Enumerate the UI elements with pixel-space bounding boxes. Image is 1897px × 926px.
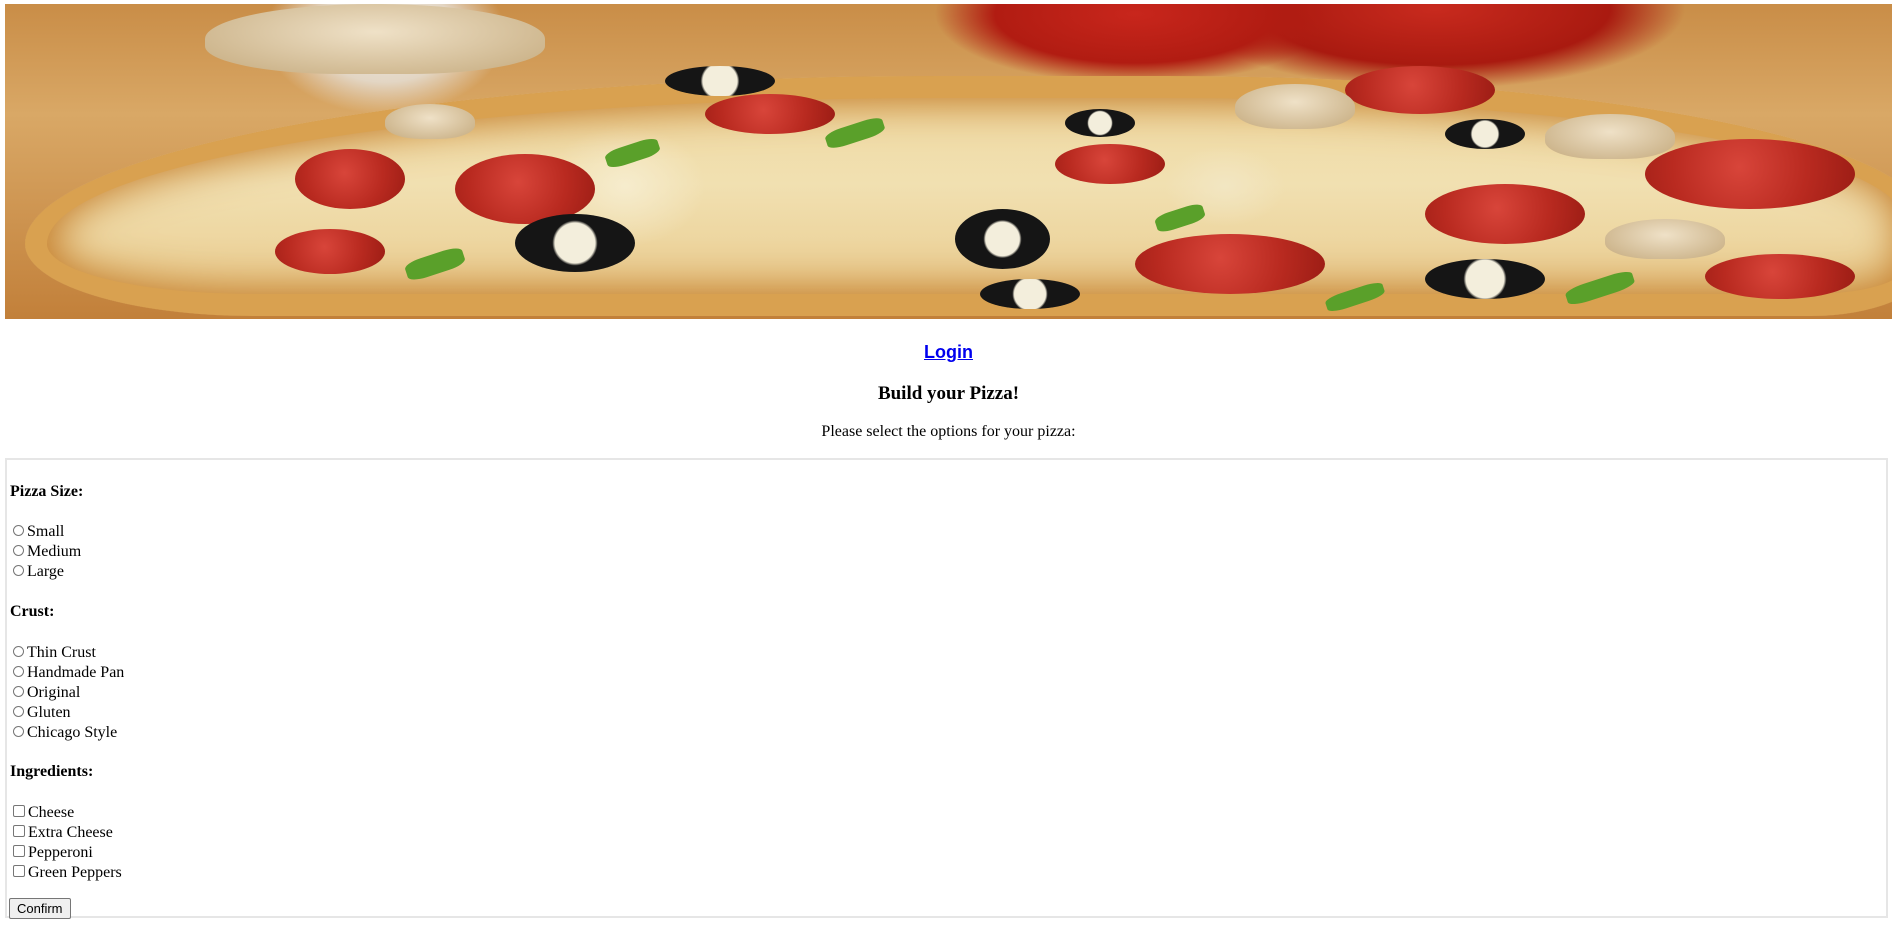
pepperoni-topping: [275, 229, 385, 274]
mushroom-topping: [1545, 114, 1675, 159]
size-option-large[interactable]: Large: [13, 562, 64, 582]
crust-heading: Crust:: [10, 603, 55, 620]
ingredient-option-cheese[interactable]: Cheese: [13, 803, 74, 823]
page-title: Build your Pizza!: [877, 383, 1020, 404]
crust-option-thin-crust[interactable]: Thin Crust: [13, 643, 96, 663]
crust-option-chicago-style[interactable]: Chicago Style: [13, 723, 117, 743]
ingredient-option-label: Cheese: [28, 804, 75, 821]
olive-topping: [980, 279, 1080, 309]
pepperoni-topping: [1135, 234, 1325, 294]
login-link[interactable]: Login: [0, 340, 1897, 364]
crust-option-label: Thin Crust: [27, 644, 96, 661]
crust-option-handmade-pan[interactable]: Handmade Pan: [13, 663, 124, 683]
crust-option-label: Handmade Pan: [27, 664, 125, 681]
checkbox[interactable]: [13, 845, 25, 857]
pepperoni-topping: [1645, 139, 1855, 209]
pepperoni-topping: [295, 149, 405, 209]
radio-button[interactable]: [13, 705, 24, 717]
ingredient-option-label: Pepperoni: [28, 844, 93, 861]
pizza-order-form: Pizza Size: Small Medium Large Crust: Th…: [5, 458, 1888, 919]
radio-button[interactable]: [13, 725, 24, 737]
ingredients-heading: Ingredients:: [10, 763, 94, 780]
pizza-size-heading: Pizza Size:: [10, 483, 84, 500]
pepperoni-topping: [705, 94, 835, 134]
size-option-label: Medium: [27, 543, 82, 560]
intro-text: Please select the options for your pizza…: [821, 423, 1076, 440]
size-option-label: Large: [27, 563, 65, 580]
mushroom-topping: [385, 104, 475, 139]
confirm-button[interactable]: Confirm: [9, 898, 71, 919]
ingredient-option-pepperoni[interactable]: Pepperoni: [13, 843, 93, 863]
pepperoni-topping: [1425, 184, 1585, 244]
checkbox[interactable]: [13, 865, 25, 877]
mushroom-topping: [205, 4, 545, 74]
pepperoni-topping: [1705, 254, 1855, 299]
radio-button[interactable]: [13, 544, 24, 556]
crust-option-label: Chicago Style: [27, 724, 118, 741]
ingredient-option-label: Green Peppers: [28, 864, 122, 881]
olive-topping: [1065, 109, 1135, 137]
pepperoni-topping: [1055, 144, 1165, 184]
pizza-banner-image: [5, 4, 1892, 319]
olive-topping: [665, 66, 775, 96]
checkbox[interactable]: [13, 805, 25, 817]
ingredient-option-label: Extra Cheese: [28, 824, 113, 841]
mushroom-topping: [1605, 219, 1725, 259]
radio-button[interactable]: [13, 685, 24, 697]
olive-topping: [1445, 119, 1525, 149]
pepperoni-topping: [1345, 66, 1495, 114]
mushroom-topping: [1235, 84, 1355, 129]
ingredient-option-green-peppers[interactable]: Green Peppers: [13, 863, 122, 883]
size-option-medium[interactable]: Medium: [13, 542, 81, 562]
size-option-small[interactable]: Small: [13, 522, 64, 542]
radio-button[interactable]: [13, 665, 24, 677]
crust-option-label: Gluten: [27, 704, 71, 721]
crust-option-gluten[interactable]: Gluten: [13, 703, 71, 723]
size-option-label: Small: [27, 523, 65, 540]
olive-topping: [955, 209, 1050, 269]
ingredient-option-extra-cheese[interactable]: Extra Cheese: [13, 823, 113, 843]
crust-option-label: Original: [27, 684, 81, 701]
olive-topping: [515, 214, 635, 272]
checkbox[interactable]: [13, 825, 25, 837]
olive-topping: [1425, 259, 1545, 299]
crust-option-original[interactable]: Original: [13, 683, 80, 703]
radio-button[interactable]: [13, 524, 24, 536]
radio-button[interactable]: [13, 645, 24, 657]
radio-button[interactable]: [13, 564, 24, 576]
